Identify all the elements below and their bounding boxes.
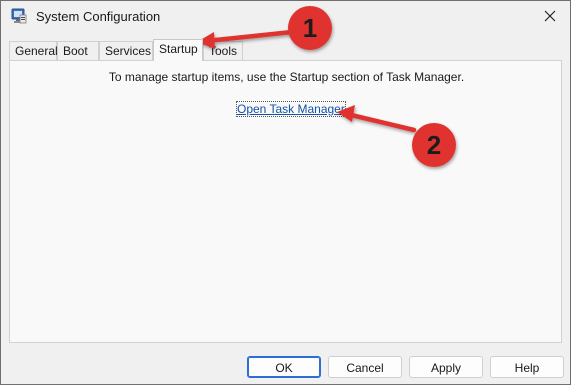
title-bar: System Configuration	[1, 1, 570, 33]
ok-button[interactable]: OK	[247, 356, 321, 378]
tab-strip: General Boot Services Startup Tools	[9, 39, 570, 61]
tab-boot[interactable]: Boot	[57, 41, 99, 60]
apply-button[interactable]: Apply	[409, 356, 483, 378]
open-task-manager-link[interactable]: Open Task Manager	[236, 101, 346, 117]
close-button[interactable]	[534, 3, 566, 31]
system-configuration-window: System Configuration General Boot Servic…	[0, 0, 571, 385]
help-button[interactable]: Help	[490, 356, 564, 378]
tab-general[interactable]: General	[9, 41, 58, 60]
close-icon	[544, 10, 556, 25]
system-configuration-icon	[11, 8, 27, 24]
tab-services[interactable]: Services	[99, 41, 153, 60]
startup-message: To manage startup items, use the Startup…	[108, 70, 465, 84]
tab-tools[interactable]: Tools	[203, 41, 243, 60]
tab-startup[interactable]: Startup	[153, 39, 203, 61]
startup-panel: To manage startup items, use the Startup…	[9, 60, 562, 343]
window-title: System Configuration	[36, 9, 161, 24]
cancel-button[interactable]: Cancel	[328, 356, 402, 378]
